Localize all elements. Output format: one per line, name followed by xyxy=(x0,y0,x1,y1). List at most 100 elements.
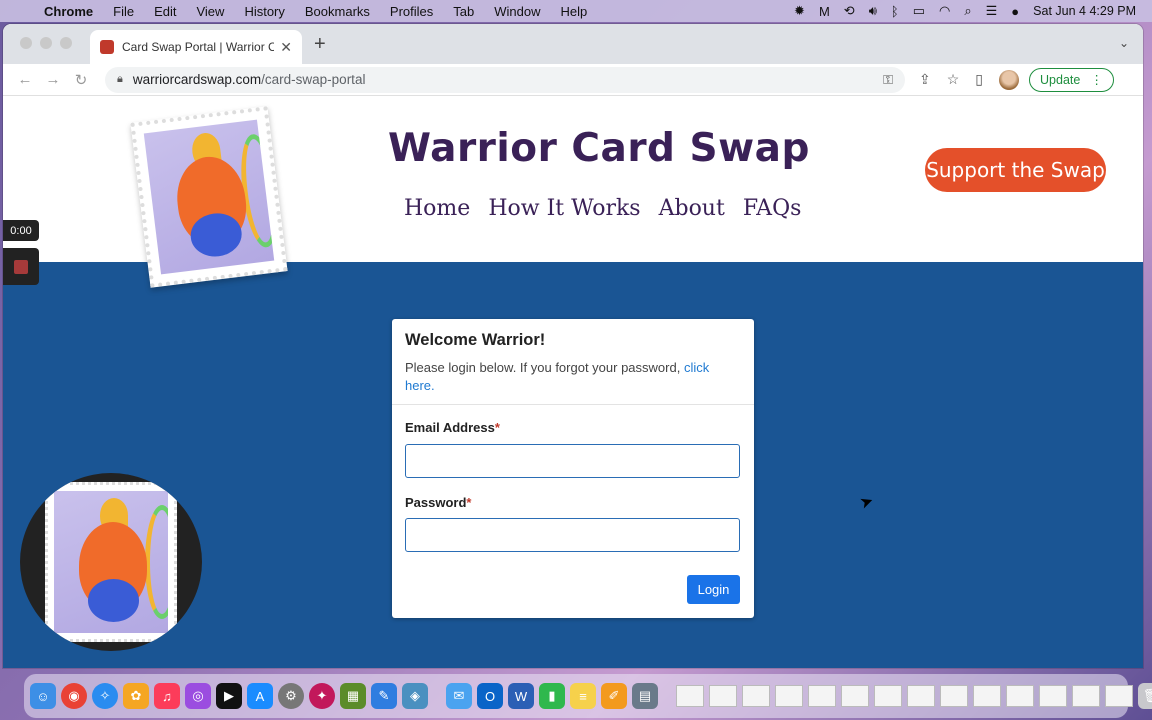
browser-toolbar: ← → ↻ 🔒︎ warriorcardswap.com /card-swap-… xyxy=(3,64,1143,96)
apple-tv-icon[interactable]: ▶ xyxy=(216,683,242,709)
gear-status-icon[interactable]: ✹ xyxy=(794,3,805,19)
tab-title: Card Swap Portal | Warrior Card Swap xyxy=(122,40,275,54)
back-button[interactable]: ← xyxy=(11,71,39,88)
share-icon[interactable]: ⇪ xyxy=(919,71,931,88)
close-window-button[interactable] xyxy=(20,37,32,49)
recording-timer: 0:00 xyxy=(3,220,39,241)
mail-icon[interactable]: ✉ xyxy=(446,683,472,709)
tab-search-chevron-icon[interactable]: ⌄ xyxy=(1119,36,1129,50)
menu-file[interactable]: File xyxy=(103,4,144,19)
photos-icon[interactable]: ✿ xyxy=(123,683,149,709)
email-label-text: Email Address xyxy=(405,420,495,435)
pages-icon[interactable]: ✐ xyxy=(601,683,627,709)
menu-edit[interactable]: Edit xyxy=(144,4,186,19)
password-key-icon[interactable]: ⚿ xyxy=(883,72,893,88)
login-button[interactable]: Login xyxy=(687,575,740,604)
chrome-icon[interactable]: ◉ xyxy=(61,683,87,709)
app-store-icon[interactable]: A xyxy=(247,683,273,709)
active-tab[interactable]: Card Swap Portal | Warrior Card Swap ✕ xyxy=(90,30,302,64)
system-preferences-icon[interactable]: ⚙ xyxy=(278,683,304,709)
forward-button[interactable]: → xyxy=(39,71,67,88)
xcode-icon[interactable]: ✎ xyxy=(371,683,397,709)
menu-app-name[interactable]: Chrome xyxy=(34,4,103,19)
safari-icon[interactable]: ✧ xyxy=(92,683,118,709)
side-panel-icon[interactable]: ▯ xyxy=(975,71,983,88)
nav-about[interactable]: About xyxy=(659,196,725,221)
bookmark-star-icon[interactable]: ☆ xyxy=(947,71,960,88)
bluetooth-icon[interactable]: ᛒ xyxy=(891,4,899,19)
numbers-icon[interactable]: ▮ xyxy=(539,683,565,709)
music-icon[interactable]: ♫ xyxy=(154,683,180,709)
malwarebytes-icon[interactable]: M xyxy=(819,4,830,19)
minimize-window-button[interactable] xyxy=(40,37,52,49)
word-icon[interactable]: W xyxy=(508,683,534,709)
time-machine-icon[interactable]: ⟲ xyxy=(844,3,855,19)
minimized-window-thumbnail[interactable] xyxy=(1006,685,1034,707)
profile-avatar[interactable] xyxy=(999,69,1020,90)
site-title[interactable]: Warrior Card Swap xyxy=(388,126,810,171)
menu-view[interactable]: View xyxy=(186,4,234,19)
wifi-icon[interactable]: ◠ xyxy=(939,3,950,19)
minimized-window-thumbnail[interactable] xyxy=(1105,685,1133,707)
menu-clock[interactable]: Sat Jun 4 4:29 PM xyxy=(1033,4,1136,18)
minimized-window-thumbnail[interactable] xyxy=(676,685,704,707)
minimized-window-thumbnail[interactable] xyxy=(1039,685,1067,707)
update-button[interactable]: Update ⋮ xyxy=(1029,67,1114,92)
menu-profiles[interactable]: Profiles xyxy=(380,4,443,19)
email-field[interactable] xyxy=(405,444,740,478)
login-card: Welcome Warrior! Please login below. If … xyxy=(392,319,754,618)
minimized-window-thumbnail[interactable] xyxy=(841,685,869,707)
outlook-icon[interactable]: O xyxy=(477,683,503,709)
stop-recording-button[interactable] xyxy=(3,248,39,285)
webcam-bubble[interactable] xyxy=(20,473,202,651)
minecraft-icon[interactable]: ▦ xyxy=(340,683,366,709)
podcasts-icon[interactable]: ◎ xyxy=(185,683,211,709)
minimized-window-thumbnail[interactable] xyxy=(907,685,935,707)
rainbow-shape xyxy=(145,505,168,619)
spotlight-search-icon[interactable]: ⌕ xyxy=(964,3,971,19)
menu-help[interactable]: Help xyxy=(551,4,598,19)
support-the-swap-button[interactable]: Support the Swap xyxy=(925,148,1106,192)
password-field[interactable] xyxy=(405,518,740,552)
minimized-window-thumbnail[interactable] xyxy=(940,685,968,707)
stop-icon xyxy=(14,259,28,274)
minimized-window-thumbnail[interactable] xyxy=(1072,685,1100,707)
site-logo-stamp[interactable] xyxy=(130,106,288,288)
battery-icon[interactable]: ▭ xyxy=(913,3,925,19)
required-asterisk: * xyxy=(466,495,472,510)
new-tab-button[interactable]: + xyxy=(314,33,326,56)
control-center-icon[interactable]: ☰ xyxy=(986,3,998,19)
menu-tab[interactable]: Tab xyxy=(443,4,484,19)
app-icon[interactable]: ✦ xyxy=(309,683,335,709)
webcam-stamp xyxy=(45,482,177,642)
minimized-window-thumbnail[interactable] xyxy=(709,685,737,707)
siri-icon[interactable]: ● xyxy=(1011,4,1019,19)
password-label-text: Password xyxy=(405,495,467,510)
finder-icon[interactable]: ☺ xyxy=(30,683,56,709)
minimized-window-thumbnail[interactable] xyxy=(808,685,836,707)
terminal-icon[interactable]: ▤ xyxy=(632,683,658,709)
preview-icon[interactable]: ◈ xyxy=(402,683,428,709)
notes-icon[interactable]: ≡ xyxy=(570,683,596,709)
nav-faqs[interactable]: FAQs xyxy=(743,196,802,221)
kebab-menu-icon[interactable]: ⋮ xyxy=(1090,72,1103,87)
nav-home[interactable]: Home xyxy=(404,196,470,221)
minimized-window-thumbnail[interactable] xyxy=(973,685,1001,707)
minimized-window-thumbnail[interactable] xyxy=(742,685,770,707)
volume-icon[interactable]: 🔊︎ xyxy=(869,3,877,19)
maximize-window-button[interactable] xyxy=(60,37,72,49)
address-bar[interactable]: 🔒︎ warriorcardswap.com /card-swap-portal… xyxy=(105,66,905,93)
menu-bookmarks[interactable]: Bookmarks xyxy=(295,4,380,19)
trash-icon[interactable]: 🗑︎ xyxy=(1138,683,1152,709)
minimized-window-thumbnail[interactable] xyxy=(874,685,902,707)
nav-how-it-works[interactable]: How It Works xyxy=(488,196,640,221)
tab-bar: Card Swap Portal | Warrior Card Swap ✕ +… xyxy=(3,24,1143,64)
minimized-window-thumbnail[interactable] xyxy=(775,685,803,707)
macos-dock: ☺ ◉ ✧ ✿ ♫ ◎ ▶ A ⚙ ✦ ▦ ✎ ◈ ✉ O W ▮ ≡ ✐ ▤ … xyxy=(24,674,1152,718)
lock-icon[interactable]: 🔒︎ xyxy=(117,73,123,86)
password-label: Password* xyxy=(405,495,471,510)
menu-window[interactable]: Window xyxy=(484,4,550,19)
reload-button[interactable]: ↻ xyxy=(67,71,95,89)
close-tab-icon[interactable]: ✕ xyxy=(280,39,292,56)
menu-history[interactable]: History xyxy=(234,4,294,19)
